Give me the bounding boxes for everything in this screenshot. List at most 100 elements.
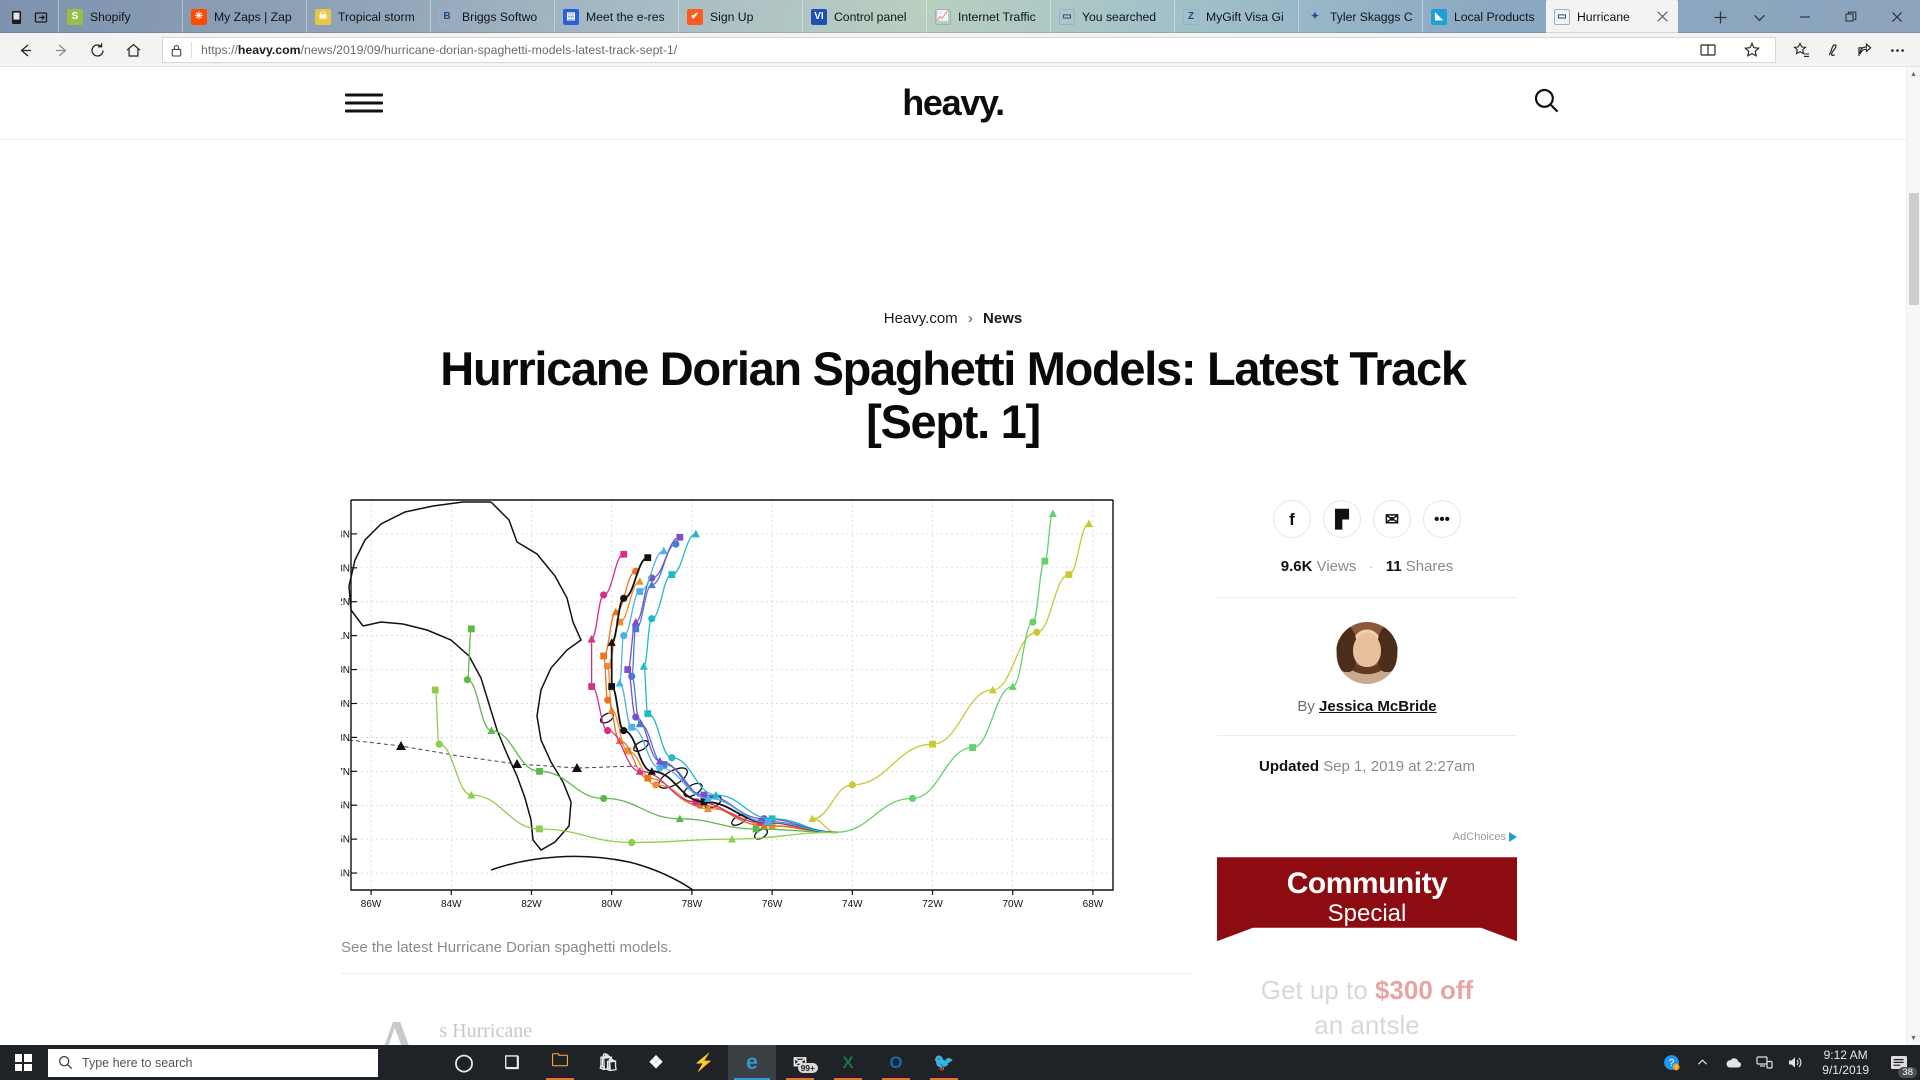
mail-icon[interactable]: ✉ 99+ bbox=[776, 1045, 824, 1080]
back-arrow-icon[interactable] bbox=[8, 35, 42, 65]
reading-view-icon[interactable] bbox=[1693, 35, 1723, 65]
search-input[interactable]: Type here to search bbox=[48, 1048, 378, 1077]
tab-title: Tropical storm bbox=[338, 9, 415, 24]
browser-tab[interactable]: ☠ Tropical storm bbox=[306, 0, 430, 33]
facebook-share-button[interactable]: f bbox=[1273, 500, 1311, 539]
figure-divider bbox=[341, 973, 1191, 975]
svg-text:29N: 29N bbox=[341, 699, 350, 710]
facebook-share-glyph: f bbox=[1289, 509, 1295, 529]
volume-icon[interactable] bbox=[1787, 1054, 1804, 1071]
chart-icon: 📈 bbox=[935, 8, 951, 25]
hamburger-menu-icon[interactable] bbox=[345, 89, 383, 118]
breadcrumb-root[interactable]: Heavy.com bbox=[884, 310, 958, 327]
search-icon[interactable] bbox=[1532, 86, 1561, 120]
windows-start-icon[interactable] bbox=[0, 1045, 46, 1080]
svg-text:24N: 24N bbox=[341, 869, 350, 880]
browser-tab[interactable]: S Shopify bbox=[58, 0, 182, 33]
control-panel-icon: VI bbox=[811, 8, 827, 25]
more-share-button[interactable]: ••• bbox=[1423, 500, 1461, 539]
network-icon[interactable] bbox=[1756, 1054, 1773, 1071]
tab-close-icon[interactable] bbox=[1656, 10, 1670, 24]
file-explorer-icon[interactable]: 🗀 bbox=[536, 1045, 584, 1080]
ad-copy-line2: an antsle bbox=[1314, 1010, 1420, 1041]
site-logo[interactable]: heavy. bbox=[902, 82, 1005, 124]
browser-tab[interactable]: 📈 Internet Traffic bbox=[926, 0, 1050, 33]
article-body: A s Hurricane brunt of th bbox=[341, 1009, 1161, 1045]
shares-label: Shares bbox=[1405, 558, 1454, 576]
address-bar[interactable]: https://heavy.com/news/2019/09/hurricane… bbox=[162, 37, 1776, 63]
new-tab-plus-icon[interactable] bbox=[1712, 9, 1729, 26]
tab-title: Hurricane bbox=[1577, 9, 1630, 24]
page-scrollbar[interactable]: ▲ ▼ bbox=[1906, 67, 1920, 1045]
adchoices-label[interactable]: AdChoices bbox=[1453, 831, 1517, 843]
star-favorite-icon[interactable] bbox=[1737, 35, 1767, 65]
taskbar-clock[interactable]: 9:12 AM 9/1/2019 bbox=[1822, 1048, 1869, 1078]
browser-tab[interactable]: ▭ Hurricane bbox=[1546, 0, 1678, 33]
set-aside-tabs-icon[interactable] bbox=[34, 10, 49, 25]
figure-caption: See the latest Hurricane Dorian spaghett… bbox=[341, 939, 673, 957]
padlock-icon bbox=[171, 44, 182, 57]
excel-icon[interactable]: X bbox=[824, 1045, 872, 1080]
navigation-bar: https://heavy.com/news/2019/09/hurricane… bbox=[0, 33, 1920, 67]
sidebar-ad-banner[interactable]: Community Special bbox=[1217, 849, 1517, 950]
sidebar-ad[interactable]: AdChoices Community Special Get up to $3 bbox=[1217, 831, 1517, 1045]
onedrive-icon[interactable] bbox=[1725, 1054, 1742, 1071]
browser-tab[interactable]: ◣ Local Products bbox=[1422, 0, 1546, 33]
more-settings-icon[interactable] bbox=[1882, 35, 1912, 65]
help-support-icon[interactable]: ?! bbox=[1663, 1054, 1680, 1071]
tab-title: Sign Up bbox=[710, 9, 754, 24]
action-center-icon[interactable]: 38 bbox=[1889, 1052, 1917, 1078]
address-divider bbox=[191, 42, 192, 58]
scroll-up-arrow[interactable]: ▲ bbox=[1907, 67, 1920, 81]
favorites-hub-icon[interactable] bbox=[1786, 35, 1816, 65]
cortana-icon[interactable]: ◯ bbox=[440, 1045, 488, 1080]
home-icon[interactable] bbox=[116, 35, 150, 65]
taskbar-pinned-items: ◯ ❏ 🗀 🛍 ❖ ⚡ e ✉ 99+ X O 🐦 bbox=[440, 1045, 968, 1080]
microsoft-store-icon[interactable]: 🛍 bbox=[584, 1045, 632, 1080]
lightning-app-icon-glyph: ⚡ bbox=[693, 1052, 715, 1072]
article-grid: 86W 84W 82W 80W 78W 76W 74W 72W 70W 68W 34N 33N 32N 3… bbox=[0, 490, 1906, 1045]
task-view-icon[interactable]: ❏ bbox=[488, 1045, 536, 1080]
microsoft-edge-icon[interactable]: e bbox=[728, 1045, 776, 1080]
browser-tab[interactable]: ▤ Meet the e-res bbox=[554, 0, 678, 33]
browser-tab[interactable]: ✔ Sign Up bbox=[678, 0, 802, 33]
twitter-icon[interactable]: 🐦 bbox=[920, 1045, 968, 1080]
stats-separator: · bbox=[1368, 558, 1374, 576]
minimize-icon[interactable] bbox=[1782, 0, 1828, 33]
browser-tab[interactable]: ✦ Tyler Skaggs C bbox=[1298, 0, 1422, 33]
forward-arrow-icon[interactable] bbox=[44, 35, 78, 65]
share-buttons-row: f ▛ ✉ ••• bbox=[1217, 500, 1517, 539]
dropbox-icon[interactable]: ❖ bbox=[632, 1045, 680, 1080]
browser-tab[interactable]: VI Control panel bbox=[802, 0, 926, 33]
tab-dropdown-icon[interactable] bbox=[1751, 9, 1768, 26]
author-link[interactable]: Jessica McBride bbox=[1319, 698, 1437, 715]
ad-ribbon: Community Special bbox=[1217, 857, 1517, 942]
browser-tab[interactable]: B Briggs Softwo bbox=[430, 0, 554, 33]
svg-text:33N: 33N bbox=[341, 564, 350, 575]
breadcrumb-current[interactable]: News bbox=[983, 310, 1022, 327]
article-paragraph-line-1: s Hurricane bbox=[439, 1020, 533, 1043]
scroll-down-arrow[interactable]: ▼ bbox=[1907, 1031, 1920, 1045]
close-icon[interactable] bbox=[1874, 0, 1920, 33]
tab-preview-icon[interactable] bbox=[9, 10, 24, 25]
article-sidebar: f ▛ ✉ ••• 9.6K Views · 11 Shares By Jess… bbox=[1217, 490, 1517, 1045]
email-share-button[interactable]: ✉ bbox=[1373, 500, 1411, 539]
shares-count: 11 bbox=[1385, 558, 1402, 576]
svg-text:27N: 27N bbox=[341, 767, 350, 778]
show-hidden-icons-chevron[interactable] bbox=[1694, 1054, 1711, 1071]
browser-tab[interactable]: ▭ You searched bbox=[1050, 0, 1174, 33]
browser-tab[interactable]: ✳ My Zaps | Zap bbox=[182, 0, 306, 33]
browser-tab[interactable]: Z MyGift Visa Gi bbox=[1174, 0, 1298, 33]
svg-text:70W: 70W bbox=[1002, 899, 1023, 910]
make-a-web-note-icon[interactable] bbox=[1818, 35, 1848, 65]
restore-icon[interactable] bbox=[1828, 0, 1874, 33]
flipboard-share-button[interactable]: ▛ bbox=[1323, 500, 1361, 539]
tab-title: MyGift Visa Gi bbox=[1206, 9, 1284, 24]
lightning-app-icon[interactable]: ⚡ bbox=[680, 1045, 728, 1080]
byline: By Jessica McBride bbox=[1217, 698, 1517, 715]
share-icon[interactable] bbox=[1850, 35, 1880, 65]
tab-title: Meet the e-res bbox=[586, 9, 665, 24]
refresh-icon[interactable] bbox=[80, 35, 114, 65]
outlook-icon[interactable]: O bbox=[872, 1045, 920, 1080]
scrollbar-thumb[interactable] bbox=[1909, 193, 1919, 305]
